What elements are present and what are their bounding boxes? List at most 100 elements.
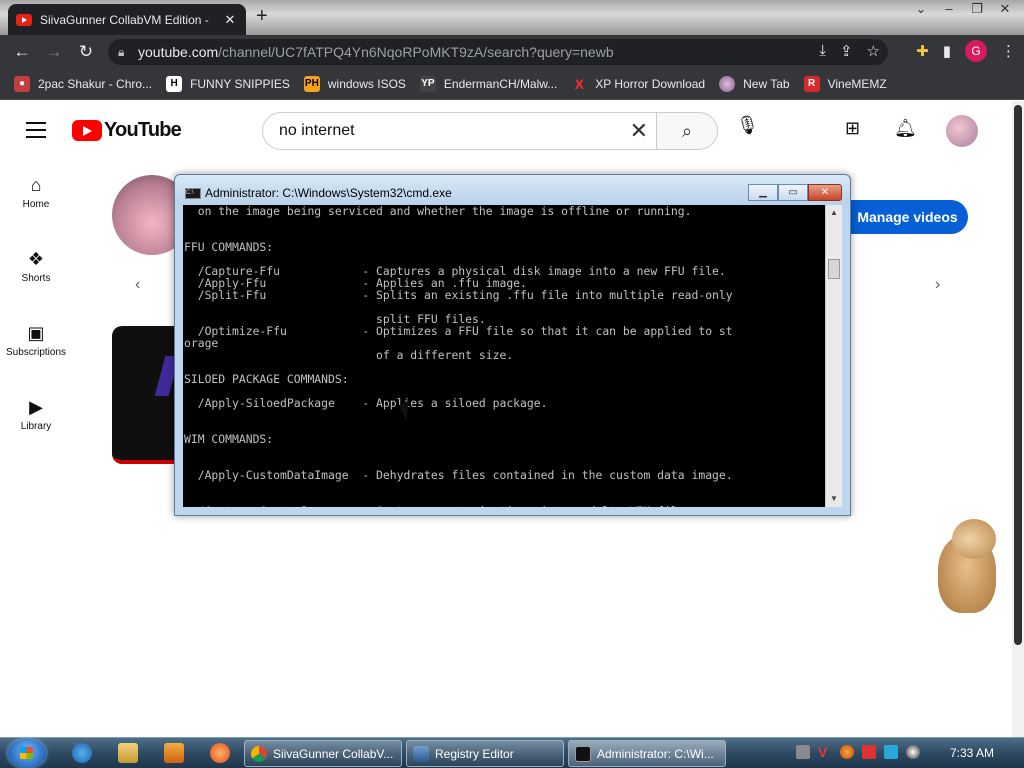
chrome-icon [251, 745, 267, 762]
media-player-icon[interactable] [164, 743, 184, 763]
share-icon[interactable]: ⇪ [840, 42, 853, 60]
back-icon[interactable]: ← [6, 42, 38, 62]
cmd-line: /Capture-CustomImage - Captures customiz… [184, 505, 825, 507]
search-value: no internet [279, 122, 355, 139]
cmd-minimize-button[interactable]: ▁ [748, 184, 778, 201]
taskbar-button-cmd[interactable]: Administrator: C:\Wi... [568, 740, 726, 767]
bookmark-item[interactable]: R VineMEMZ [803, 76, 887, 92]
bookmark-item[interactable]: PH windows ISOS [303, 76, 406, 92]
yp-logo-icon: YP [419, 76, 436, 92]
forward-icon[interactable]: → [38, 42, 70, 62]
browser-tab[interactable]: SiivaGunner CollabVM Edition - ✕ [8, 4, 246, 35]
chevron-right-icon[interactable]: › [935, 276, 940, 294]
guide-item-library[interactable]: ▶ Library [0, 393, 72, 467]
video-thumbnail[interactable] [112, 326, 176, 464]
scrollbar-thumb[interactable] [1014, 105, 1022, 645]
taskbar: SiivaGunner CollabV... Registry Editor A… [0, 737, 1024, 768]
shorts-icon: ❖ [27, 249, 45, 269]
page-scrollbar[interactable] [1012, 101, 1024, 737]
cmd-line [184, 421, 825, 433]
registry-icon [413, 745, 429, 762]
desktop-pet-hamster[interactable] [928, 515, 1008, 615]
address-bar[interactable]: 🔒︎ youtube.com/channel/UC7fATPQ4Yn6NqoRP… [108, 39, 888, 65]
volume-icon[interactable] [906, 745, 920, 759]
cmd-icon [575, 745, 591, 762]
cmd-console[interactable]: on the image being serviced and whether … [183, 205, 825, 507]
cmd-scrollbar[interactable]: ▲ ▼ [825, 205, 842, 507]
account-avatar[interactable] [946, 115, 978, 147]
youtube-favicon-icon [16, 13, 32, 26]
star-icon[interactable]: ☆ [867, 42, 880, 60]
taskbar-label: Registry Editor [435, 746, 514, 761]
cmd-close-button[interactable]: ✕ [808, 184, 842, 201]
menu-dots-icon[interactable]: ⋮ [1001, 42, 1016, 60]
create-video-icon[interactable]: ⊞ [845, 118, 860, 139]
guide-label: Shorts [21, 273, 51, 284]
minimize-button[interactable]: – [936, 0, 962, 20]
chevron-down-icon[interactable]: ⌄ [908, 0, 934, 20]
browser-toolbar: ← → ↻ 🔒︎ youtube.com/channel/UC7fATPQ4Yn… [0, 35, 1024, 69]
network-icon[interactable] [884, 745, 898, 759]
manage-videos-button[interactable]: Manage videos [835, 200, 968, 234]
youtube-logo[interactable]: YouTube [72, 119, 182, 142]
paint-icon[interactable] [210, 743, 230, 763]
cmd-line [184, 229, 825, 241]
new-tab-button[interactable]: + [256, 5, 268, 28]
cmd-line: WIM COMMANDS: [184, 432, 274, 446]
cmd-icon: C:\ [185, 188, 201, 199]
cmd-line [184, 217, 825, 229]
x-logo-icon: X [574, 76, 584, 92]
antivirus-icon[interactable]: V [818, 745, 832, 759]
tray-app-icon[interactable] [840, 745, 854, 759]
mic-icon[interactable]: 🎙︎ [736, 115, 759, 136]
notifications-bell-icon[interactable]: 🔔︎ [894, 118, 917, 139]
bookmark-item[interactable]: ● 2pac Shakur - Chro... [14, 76, 152, 92]
cmd-titlebar[interactable]: C:\ Administrator: C:\Windows\System32\c… [175, 175, 850, 205]
cmd-maximize-button[interactable]: ▭ [778, 184, 808, 201]
taskbar-button-registry[interactable]: Registry Editor [406, 740, 564, 767]
extensions-icon[interactable]: ✚ [916, 42, 929, 60]
bookmark-label: windows ISOS [327, 77, 406, 91]
flag-icon[interactable] [862, 745, 876, 759]
start-button[interactable] [8, 739, 46, 768]
tab-close-icon[interactable]: ✕ [222, 12, 238, 28]
bookmark-item[interactable]: H FUNNY SNIPPIES [166, 76, 290, 92]
bookmark-item[interactable]: New Tab [719, 76, 790, 92]
internet-explorer-icon[interactable] [72, 743, 92, 763]
scroll-up-icon[interactable]: ▲ [826, 205, 842, 221]
file-explorer-icon[interactable] [118, 743, 138, 763]
search-input[interactable]: no internet ✕ [262, 112, 657, 150]
cmd-line: /Apply-CustomDataImage - Dehydrates file… [184, 468, 733, 482]
scroll-down-icon[interactable]: ▼ [826, 491, 842, 507]
close-window-button[interactable]: ✕ [992, 0, 1018, 20]
bookmark-item[interactable]: X XP Horror Download [571, 76, 706, 92]
bookmark-label: 2pac Shakur - Chro... [38, 77, 153, 91]
cmd-window[interactable]: C:\ Administrator: C:\Windows\System32\c… [174, 174, 851, 516]
cmd-line: on the image being serviced and whether … [184, 205, 692, 218]
side-panel-icon[interactable]: ▮ [943, 42, 951, 60]
guide-item-subscriptions[interactable]: ▣ Subscriptions [0, 319, 72, 393]
chevron-left-icon[interactable]: ‹ [135, 276, 140, 294]
restore-button[interactable]: ❐ [964, 0, 990, 20]
cmd-scroll-thumb[interactable] [828, 259, 840, 279]
guide-item-shorts[interactable]: ❖ Shorts [0, 245, 72, 319]
cmd-line: /Split-Ffu - Splits an existing .ffu fil… [184, 288, 733, 302]
guide-item-home[interactable]: ⌂ Home [0, 171, 72, 245]
bookmark-label: New Tab [743, 77, 790, 91]
taskbar-button-chrome[interactable]: SiivaGunner CollabV... [244, 740, 402, 767]
cmd-line: FFU COMMANDS: [184, 240, 274, 254]
reload-icon[interactable]: ↻ [70, 42, 102, 62]
install-icon[interactable]: ⤓ [819, 42, 826, 60]
bookmark-label: FUNNY SNIPPIES [190, 77, 290, 91]
window-controls: ⌄ – ❐ ✕ [908, 0, 1018, 20]
clear-search-icon[interactable]: ✕ [630, 113, 648, 149]
search-button[interactable]: ⌕ [656, 112, 718, 150]
clock[interactable]: 7:33 AM [950, 746, 994, 760]
tab-strip: SiivaGunner CollabVM Edition - ✕ + ⌄ – ❐… [0, 0, 1024, 35]
profile-avatar[interactable]: G [965, 40, 987, 62]
bookmark-item[interactable]: YP EndermanCH/Malw... [419, 76, 557, 92]
library-icon: ▶ [29, 397, 43, 417]
tray-app-icon[interactable] [796, 745, 810, 759]
youtube-header: YouTube no internet ✕ ⌕ 🎙︎ ⊞ 🔔︎ [0, 101, 1012, 159]
hamburger-menu-icon[interactable] [26, 122, 46, 143]
